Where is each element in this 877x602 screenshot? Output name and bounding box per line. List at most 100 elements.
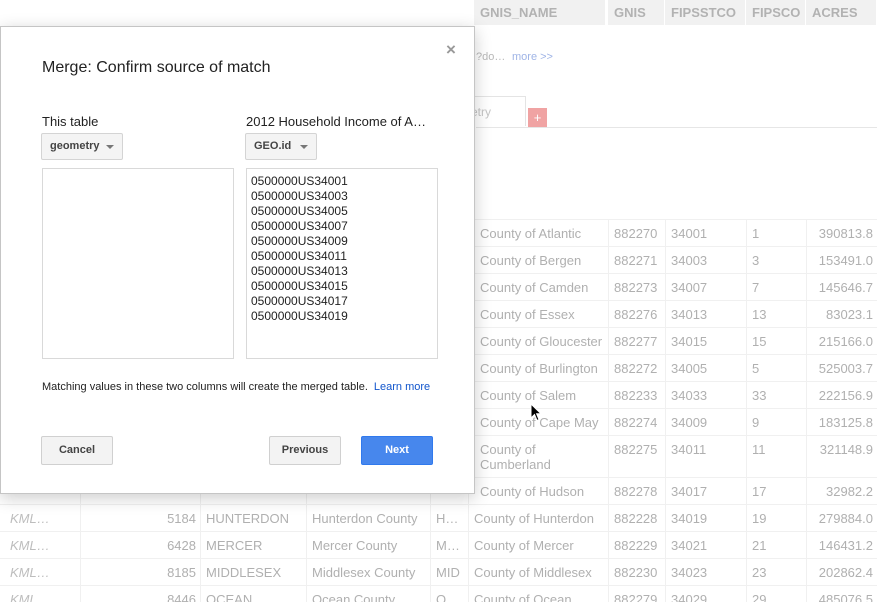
- more-link[interactable]: more >>: [512, 51, 553, 63]
- this-table-column-select[interactable]: geometry: [41, 133, 123, 160]
- column-divider: [608, 219, 609, 602]
- table-cell: 34011: [671, 442, 707, 457]
- list-item: 0500000US34015: [251, 279, 348, 293]
- table-cell: O…: [436, 592, 460, 602]
- table-cell: 485076.5: [818, 592, 873, 602]
- table-cell: 34009: [671, 415, 708, 430]
- table-cell: 8446: [167, 592, 196, 602]
- table-cell: County of Bergen: [480, 253, 582, 268]
- table-cell: KML…: [10, 592, 50, 602]
- table-cell: 882233: [614, 388, 658, 403]
- column-divider: [200, 494, 201, 602]
- table-cell: 33: [752, 388, 767, 403]
- table-cell: MID: [436, 565, 460, 580]
- table-cell: 146431.2: [818, 538, 873, 553]
- table-cell: Mercer County: [312, 538, 398, 553]
- table-cell: 83023.1: [826, 307, 873, 322]
- table-cell: 34005: [671, 361, 708, 376]
- table-cell: KML…: [10, 565, 50, 580]
- table-cell: MIDDLESEX: [206, 565, 282, 580]
- close-icon[interactable]: ×: [446, 40, 456, 60]
- chevron-down-icon: [106, 145, 114, 149]
- column-divider: [306, 494, 307, 602]
- table-cell: 34019: [671, 511, 708, 526]
- table-cell: 17: [752, 484, 767, 499]
- other-table-values-list[interactable]: 0500000US34001 0500000US34003 0500000US340…: [246, 168, 438, 359]
- other-table-column-select[interactable]: GEO.id: [245, 133, 317, 160]
- chevron-down-icon: [300, 145, 308, 149]
- column-divider: [746, 219, 747, 602]
- table-cell: 6428: [167, 538, 196, 553]
- table-cell: HUNTERDON: [206, 511, 290, 526]
- table-cell: 34013: [671, 307, 708, 322]
- this-table-column-value: geometry: [50, 140, 100, 152]
- table-cell: Hunterdon County: [312, 511, 418, 526]
- table-cell: 882229: [614, 538, 658, 553]
- table-cell: 882279: [614, 592, 658, 602]
- table-cell: 23: [752, 565, 767, 580]
- table-cell: 11: [752, 442, 766, 457]
- table-cell: 21: [752, 538, 767, 553]
- table-cell: 279884.0: [818, 511, 873, 526]
- table-cell: Middlesex County: [312, 565, 416, 580]
- table-cell: 525003.7: [818, 361, 873, 376]
- table-cell: 1: [752, 226, 760, 241]
- this-table-label: This table: [42, 114, 99, 129]
- list-item: 0500000US34011: [251, 249, 347, 263]
- column-divider: [430, 494, 431, 602]
- table-cell: 29: [752, 592, 767, 602]
- other-table-label: 2012 Household Income of A…: [246, 114, 426, 129]
- learn-more-link[interactable]: Learn more: [374, 381, 430, 393]
- add-tab-button[interactable]: +: [528, 108, 547, 127]
- table-cell: Ocean County: [312, 592, 396, 602]
- table-cell: MERCER: [206, 538, 263, 553]
- table-cell: 882278: [614, 484, 658, 499]
- table-cell: County of Burlington: [480, 361, 598, 376]
- table-cell: 882271: [614, 253, 658, 268]
- table-cell: 882273: [614, 280, 658, 295]
- table-cell: 34015: [671, 334, 708, 349]
- table-cell: 9: [752, 415, 760, 430]
- list-item: 0500000US34005: [251, 204, 348, 218]
- table-cell: 321148.9: [819, 442, 873, 457]
- column-divider: [468, 494, 469, 602]
- table-cell: 34003: [671, 253, 708, 268]
- list-item: 0500000US34013: [251, 264, 348, 278]
- help-text: Matching values in these two columns wil…: [42, 381, 430, 393]
- list-item: 0500000US34017: [251, 294, 348, 308]
- column-header: GNIS_NAME: [474, 0, 606, 25]
- table-cell: 34001: [671, 226, 708, 241]
- table-cell: KML…: [10, 538, 50, 553]
- table-cell: 153491.0: [818, 253, 873, 268]
- column-header: ACRES: [806, 0, 877, 25]
- table-cell: 13: [752, 307, 767, 322]
- table-cell: 882272: [614, 361, 658, 376]
- table-cell: 32982.2: [826, 484, 873, 499]
- table-cell: 15: [752, 334, 767, 349]
- tab-divider: [476, 127, 877, 128]
- table-cell: 5184: [167, 511, 196, 526]
- table-cell: M…: [436, 538, 460, 553]
- this-table-values-list[interactable]: [42, 168, 234, 359]
- table-cell: 145646.7: [818, 280, 873, 295]
- table-cell: 882277: [614, 334, 658, 349]
- table-cell: 8185: [167, 565, 196, 580]
- table-cell: County of Hudson: [480, 484, 585, 499]
- table-cell: County of Middlesex: [474, 565, 592, 580]
- table-cell: County of Ocean: [474, 592, 572, 602]
- next-button[interactable]: Next: [361, 436, 433, 465]
- previous-button[interactable]: Previous: [269, 436, 341, 465]
- column-divider: [806, 219, 807, 602]
- cancel-button[interactable]: Cancel: [41, 436, 113, 465]
- table-cell: 882270: [614, 226, 658, 241]
- column-header: FIPSCO: [746, 0, 806, 25]
- table-cell: County of Camden: [480, 280, 589, 295]
- list-item: 0500000US34001: [251, 174, 348, 188]
- column-header: FIPSSTCO: [665, 0, 746, 25]
- table-cell: 34007: [671, 280, 708, 295]
- table-cell: 34021: [671, 538, 708, 553]
- other-table-column-value: GEO.id: [254, 140, 292, 152]
- table-cell: H…: [436, 511, 459, 526]
- table-cell: 882230: [614, 565, 658, 580]
- description-snippet: ?do…: [476, 51, 506, 63]
